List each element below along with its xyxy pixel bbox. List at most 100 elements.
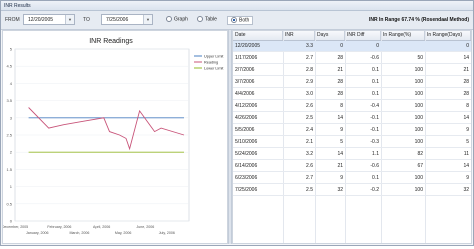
table-cell: 100: [414, 127, 423, 133]
table-cell: 21: [337, 67, 343, 73]
table-cell: 0: [466, 43, 469, 49]
table-row[interactable]: 4/4/2006 3.0 28 0.1 100 28: [233, 89, 471, 100]
table-cell: -0.4: [370, 103, 379, 109]
table-cell: 9: [340, 175, 343, 181]
y-tick-label: 3: [10, 115, 13, 120]
table-cell: 8: [340, 103, 343, 109]
column-header[interactable]: In Range(Days): [425, 31, 471, 40]
inr-chart: INR Readings 5 4.5 4 3.5 3 2.5 2 1.5 1 0.5 0Decembe…: [3, 38, 224, 235]
table-row[interactable]: 3/7/2006 2.9 28 0.1 100 28: [233, 77, 471, 88]
table-row[interactable]: 7/25/2006 2.5 32 -0.2 100 32: [233, 185, 471, 196]
table-cell: 9: [466, 127, 469, 133]
y-tick-label: 2: [10, 150, 13, 155]
table-row[interactable]: 4/26/2006 2.5 14 -0.1 100 14: [233, 113, 471, 124]
table-row[interactable]: 2/7/2006 2.8 21 0.1 100 21: [233, 65, 471, 76]
table-cell: 1.1: [372, 151, 379, 157]
table-row[interactable]: 5/5/2006 2.4 9 -0.1 100 9: [233, 125, 471, 136]
table-cell: 2.5: [306, 115, 313, 121]
table-cell: 2.6: [306, 103, 313, 109]
table-cell: 2.7: [306, 175, 313, 181]
table-row[interactable]: 1/17/2006 2.7 28 -0.6 50 14: [233, 53, 471, 64]
chart-title: INR Readings: [89, 38, 133, 45]
table-cell: 9: [466, 175, 469, 181]
table-cell: 6/14/2006: [235, 163, 258, 169]
x-tick-label: May, 2006: [115, 231, 132, 235]
table-cell: 21: [337, 163, 343, 169]
table-radio[interactable]: Table: [197, 16, 217, 23]
from-date-value: 12/20/2005: [28, 17, 54, 23]
table-cell: -0.1: [370, 127, 379, 133]
table-cell: 11: [463, 151, 469, 157]
both-radio[interactable]: Both: [227, 16, 254, 26]
table-cell: 2.6: [306, 163, 313, 169]
table-cell: 14: [463, 55, 469, 61]
table-cell: 5: [466, 139, 469, 145]
table-cell: 0.1: [372, 175, 379, 181]
table-row[interactable]: 6/23/2006 2.7 9 0.1 100 9: [233, 173, 471, 184]
table-cell: 3.2: [306, 151, 313, 157]
table-cell: 6/23/2006: [235, 175, 258, 181]
legend-label: Upper Limit: [204, 55, 224, 59]
x-tick-label: April, 2006: [93, 225, 110, 229]
table-row[interactable]: 5/24/2006 3.2 14 1.1 82 11: [233, 149, 471, 160]
table-cell: 28: [463, 79, 469, 85]
table-cell: 50: [417, 55, 423, 61]
table-cell: 21: [463, 67, 469, 73]
from-date-picker[interactable]: 12/20/2005 ▼: [23, 14, 75, 25]
legend-label: Reading: [204, 61, 218, 65]
table-cell: 5/5/2006: [235, 127, 255, 133]
window-title: INR Results: [1, 1, 473, 11]
x-tick-label: March, 2006: [69, 231, 89, 235]
table-cell: 32: [337, 187, 343, 193]
table-cell: 8: [466, 103, 469, 109]
table-row[interactable]: 4/12/2006 2.6 8 -0.4 100 8: [233, 101, 471, 112]
table-cell: 28: [337, 79, 343, 85]
table-cell: 28: [337, 55, 343, 61]
x-tick-label: July, 2006: [159, 231, 175, 235]
table-cell: 100: [414, 91, 423, 97]
inr-in-range-summary: INR In Range 67.74 % (Rosendaal Method): [368, 17, 469, 23]
table-cell: 100: [414, 187, 423, 193]
table-row[interactable]: 6/14/2006 2.6 21 -0.6 67 14: [233, 161, 471, 172]
table-cell: 100: [414, 67, 423, 73]
table-row[interactable]: 5/10/2006 2.1 5 -0.3 100 5: [233, 137, 471, 148]
table-row[interactable]: 12/20/2005 3.3 0 0 0: [233, 41, 471, 52]
table-cell: 12/20/2005: [235, 43, 261, 49]
table-cell: 14: [463, 163, 469, 169]
y-tick-label: 0: [10, 219, 13, 224]
table-cell: 100: [414, 175, 423, 181]
column-header[interactable]: INR Diff: [345, 31, 381, 40]
table-cell: 1/17/2006: [235, 55, 258, 61]
table-cell: 2.1: [306, 139, 313, 145]
table-cell: 9: [340, 127, 343, 133]
table-cell: 2/7/2006: [235, 67, 255, 73]
table-cell: -0.2: [370, 187, 379, 193]
table-cell: 0.1: [372, 67, 379, 73]
legend-label: Lower Limit: [204, 67, 224, 71]
graph-radio[interactable]: Graph: [166, 16, 188, 23]
table-cell: 3/7/2006: [235, 79, 255, 85]
table-cell: 0.1: [372, 79, 379, 85]
inr-table-panel: Date INR Days INR Diff In Range(%) In Range(D…: [232, 30, 472, 244]
column-header[interactable]: INR: [283, 31, 315, 40]
column-header[interactable]: In Range(%): [381, 31, 425, 40]
table-cell: 5: [340, 139, 343, 145]
series-line-reading: [28, 107, 185, 151]
table-cell: 2.8: [306, 67, 313, 73]
to-date-picker[interactable]: 7/25/2006 ▼: [101, 14, 153, 25]
chevron-down-icon[interactable]: ▼: [65, 15, 74, 24]
table-cell: 32: [463, 187, 469, 193]
table-cell: 100: [414, 139, 423, 145]
table-cell: 3.3: [306, 43, 313, 49]
chevron-down-icon[interactable]: ▼: [143, 15, 152, 24]
table-cell: -0.3: [370, 139, 379, 145]
column-header[interactable]: Days: [315, 31, 345, 40]
table-cell: -0.6: [370, 55, 379, 61]
table-cell: -0.1: [370, 115, 379, 121]
x-tick-label: January, 2006: [26, 231, 49, 235]
table-cell: 3.0: [306, 91, 313, 97]
to-label: TO: [83, 17, 90, 23]
column-header[interactable]: Date: [233, 31, 283, 40]
table-cell: 5/24/2006: [235, 151, 258, 157]
table-cell: 0: [340, 43, 343, 49]
